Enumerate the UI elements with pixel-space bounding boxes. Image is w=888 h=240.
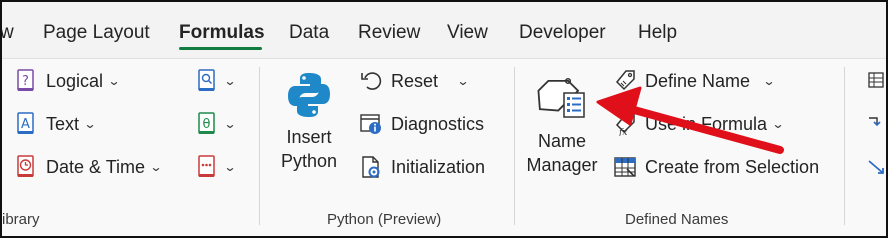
excel-ribbon-window: w Page Layout Formulas Data Review View …: [0, 0, 888, 238]
annotation-arrow: [596, 86, 784, 154]
